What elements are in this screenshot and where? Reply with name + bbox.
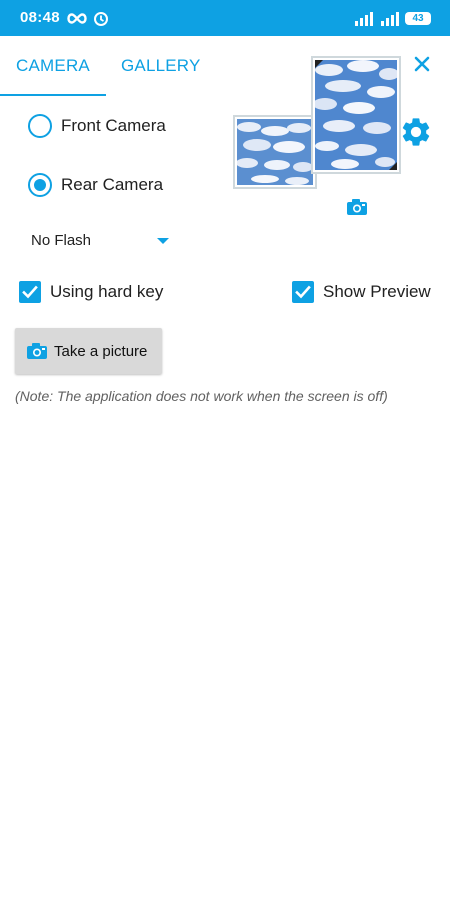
tab-indicator bbox=[0, 94, 106, 96]
radio-button-front[interactable] bbox=[28, 114, 52, 138]
checkbox-preview-box[interactable] bbox=[292, 281, 314, 303]
alarm-icon bbox=[94, 12, 108, 26]
tab-camera[interactable]: CAMERA bbox=[0, 36, 106, 96]
radio-rear-camera[interactable]: Rear Camera bbox=[28, 170, 163, 200]
camera-icon bbox=[27, 343, 47, 359]
signal-icon bbox=[381, 12, 399, 26]
show-preview-label: Show Preview bbox=[323, 282, 431, 301]
tab-gallery-label: GALLERY bbox=[121, 56, 201, 75]
sky-photo bbox=[236, 119, 313, 185]
close-icon[interactable] bbox=[410, 52, 434, 76]
checkmark-icon bbox=[22, 285, 38, 299]
status-bar: 08:48 43 bbox=[0, 0, 450, 36]
sky-photo bbox=[313, 60, 399, 170]
take-picture-label: Take a picture bbox=[54, 342, 148, 360]
status-time: 08:48 bbox=[20, 9, 60, 26]
checkbox-hard-key-box[interactable] bbox=[19, 281, 41, 303]
preview-thumbnail-large[interactable] bbox=[311, 56, 401, 174]
tab-gallery[interactable]: GALLERY bbox=[121, 36, 201, 96]
checkmark-icon bbox=[295, 285, 311, 299]
radio-button-rear[interactable] bbox=[28, 173, 52, 197]
flash-selected-value: No Flash bbox=[31, 232, 92, 249]
gear-icon[interactable] bbox=[399, 115, 433, 149]
preview-thumbnail-small[interactable] bbox=[233, 115, 317, 189]
dropdown-arrow-icon bbox=[157, 238, 169, 244]
camera-icon[interactable] bbox=[346, 198, 368, 216]
take-picture-button[interactable]: Take a picture bbox=[15, 328, 162, 374]
rear-camera-label: Rear Camera bbox=[61, 175, 164, 194]
infinity-icon bbox=[67, 13, 87, 24]
checkbox-show-preview[interactable]: Show Preview bbox=[292, 279, 431, 305]
flash-dropdown[interactable]: No Flash bbox=[31, 230, 173, 252]
tab-camera-label: CAMERA bbox=[16, 56, 90, 75]
battery-icon: 43 bbox=[405, 12, 431, 25]
signal-icon bbox=[355, 12, 373, 26]
radio-front-camera[interactable]: Front Camera bbox=[28, 111, 166, 141]
front-camera-label: Front Camera bbox=[61, 116, 166, 135]
note-text: (Note: The application does not work whe… bbox=[15, 388, 388, 404]
hard-key-label: Using hard key bbox=[50, 282, 164, 301]
checkbox-using-hard-key[interactable]: Using hard key bbox=[19, 279, 163, 305]
